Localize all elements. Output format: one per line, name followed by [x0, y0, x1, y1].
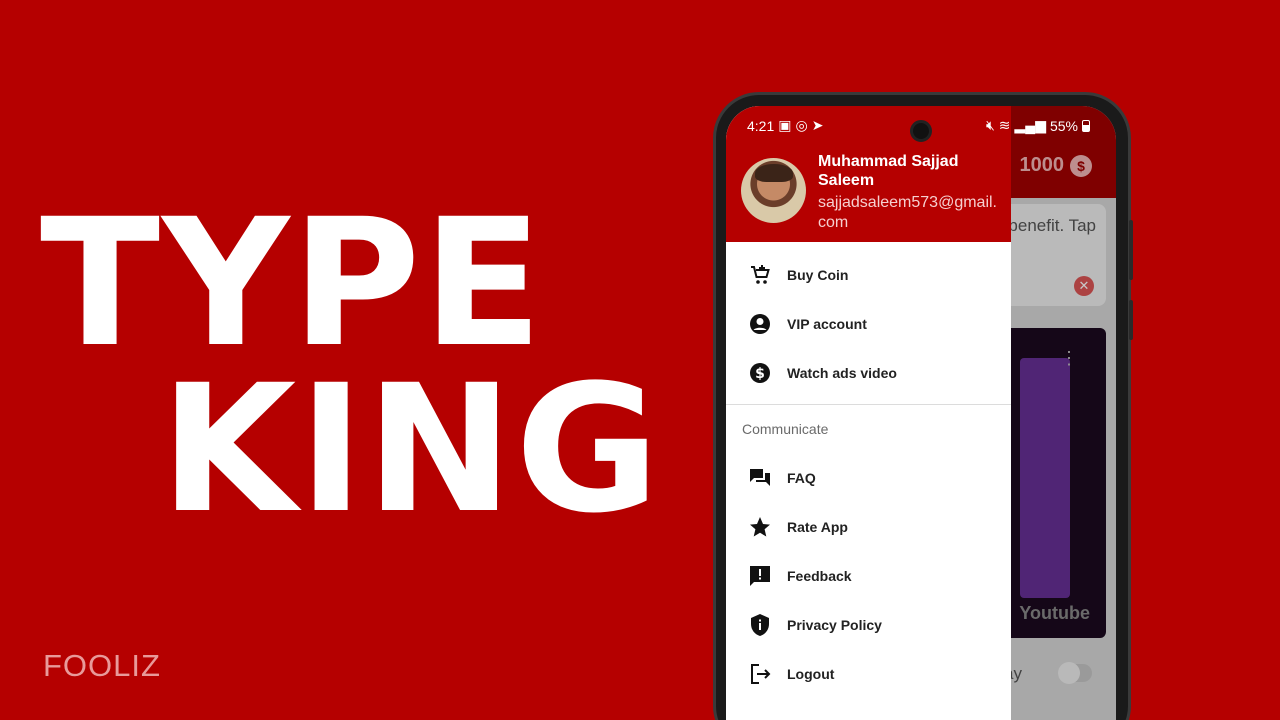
headline-line-1: TYPE — [40, 181, 545, 386]
menu-item-label: Logout — [787, 665, 835, 682]
menu-item-faq[interactable]: FAQ — [726, 453, 1011, 502]
feedback-icon — [748, 564, 772, 588]
account-circle-icon — [748, 312, 772, 336]
phone-power-button — [1129, 300, 1133, 340]
user-email: sajjadsaleem573@gmail.com — [818, 194, 997, 231]
telegram-icon: ➤ — [811, 117, 824, 133]
section-title-communicate: Communicate — [742, 421, 829, 437]
navigation-drawer: Muhammad Sajjad Saleem sajjadsaleem573@g… — [726, 106, 1011, 720]
menu-item-logout[interactable]: Logout — [726, 649, 1011, 698]
shield-info-icon — [748, 613, 772, 637]
battery-icon — [1082, 119, 1090, 132]
front-camera — [910, 120, 932, 142]
menu-item-label: Privacy Policy — [787, 616, 882, 633]
menu-item-vip-account[interactable]: VIP account — [726, 299, 1011, 348]
dollar-circle-icon: $ — [748, 361, 772, 385]
cart-add-icon — [748, 263, 772, 287]
menu-item-label: FAQ — [787, 469, 816, 486]
menu-item-label: Feedback — [787, 567, 852, 584]
phone-volume-button — [1129, 220, 1133, 280]
chat-bubbles-icon — [748, 466, 772, 490]
menu-item-label: Buy Coin — [787, 266, 849, 283]
mute-icon: 🔇︎ — [985, 117, 995, 133]
menu-item-buy-coin[interactable]: Buy Coin — [726, 250, 1011, 299]
menu-item-feedback[interactable]: Feedback — [726, 551, 1011, 600]
svg-text:$: $ — [755, 366, 765, 382]
menu-item-watch-ads[interactable]: $ Watch ads video — [726, 348, 1011, 397]
status-right: 🔇︎ ≋ ▂▄▆ 55% — [986, 117, 1090, 134]
whatsapp-icon: ◎ — [795, 117, 808, 133]
user-name: Muhammad Sajjad Saleem — [818, 153, 959, 189]
menu-item-label: Rate App — [787, 518, 848, 535]
menu-item-privacy-policy[interactable]: Privacy Policy — [726, 600, 1011, 649]
drawer-menu: Buy Coin VIP account $ Watch ads video C… — [726, 250, 1011, 698]
status-time: 4:21 — [747, 117, 775, 134]
headline-line-2: KING — [160, 347, 662, 552]
status-left: 4:21 ▣ ◎ ➤ — [747, 117, 823, 134]
logout-icon — [748, 662, 772, 686]
battery-percentage: 55% — [1049, 117, 1078, 134]
menu-item-label: VIP account — [787, 315, 867, 332]
gallery-icon: ▣ — [778, 117, 792, 133]
menu-item-rate-app[interactable]: Rate App — [726, 502, 1011, 551]
phone-screen: 1000 $ benefit. Tap ✕ ⋮ Youtube o play M… — [726, 106, 1116, 720]
signal-icon: ▂▄▆ — [1014, 117, 1046, 133]
menu-item-label: Watch ads video — [787, 364, 897, 381]
star-icon — [748, 515, 772, 539]
avatar — [741, 158, 806, 223]
status-bar: 4:21 ▣ ◎ ➤ 🔇︎ ≋ ▂▄▆ 55% — [726, 106, 1116, 142]
brand-watermark: FOOLIZ — [43, 648, 161, 683]
wifi-icon: ≋ — [998, 117, 1011, 133]
